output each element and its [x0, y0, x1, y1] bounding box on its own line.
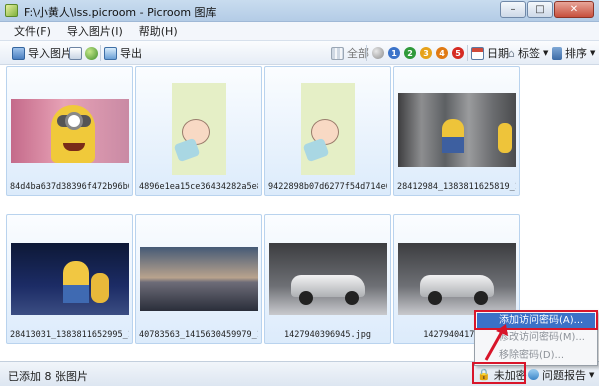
- menu-import[interactable]: 导入图片(I): [59, 23, 131, 39]
- thumbnail-image: [397, 93, 516, 167]
- thumbnail-item[interactable]: 4896e1ea15ce36434282a5e8: [135, 66, 262, 196]
- rating-2-button[interactable]: 2: [404, 47, 416, 59]
- export-button[interactable]: 导出: [104, 45, 142, 61]
- thumbnail-caption: 28412984_1383811625819_1: [397, 182, 516, 192]
- grid-icon: [331, 46, 344, 60]
- thumbnail-item[interactable]: 28412984_1383811625819_1: [393, 66, 520, 196]
- chevron-down-icon: ▼: [542, 49, 549, 57]
- thumbnail-item[interactable]: 9422898b07d6277f54d714e0: [264, 66, 391, 196]
- rating-4-button[interactable]: 4: [436, 47, 448, 59]
- thumbnail-caption: 9422898b07d6277f54d714e0: [268, 182, 387, 192]
- window-controls: – □ ✕: [500, 1, 594, 18]
- thumbnail-caption: 28413031_1383811652995_1: [10, 330, 129, 340]
- export-icon: [104, 46, 117, 60]
- rating-5-button[interactable]: 5: [452, 47, 464, 59]
- thumbnail-caption: 1427940396945.jpg: [284, 330, 371, 340]
- sort-icon: [552, 46, 562, 60]
- annotation-arrow: [484, 324, 508, 361]
- title-bar: F:\小黄人\lss.picroom - Picroom 图库 – □ ✕: [0, 0, 599, 22]
- filter-all-button[interactable]: 全部: [331, 45, 369, 61]
- sort-label: 排序: [565, 47, 587, 60]
- thumbnail-item[interactable]: 40783563_1415630459979_1: [135, 214, 262, 344]
- thumbnail-image: [10, 243, 129, 315]
- import-images-button[interactable]: 导入图片: [12, 45, 72, 61]
- report-icon: [528, 369, 539, 380]
- window-title: F:\小黄人\lss.picroom - Picroom 图库: [24, 6, 217, 19]
- thumbnail-item[interactable]: 28413031_1383811652995_1: [6, 214, 133, 344]
- thumbnail-item[interactable]: 1427940396945.jpg: [264, 214, 391, 344]
- thumbnail-image: [171, 83, 226, 175]
- thumbnail-image: [268, 243, 387, 315]
- toolbar: 导入图片 导出 全部 1 2 3 4 5 日期 ⌂ 标签 ▼ 排序 ▼: [0, 41, 599, 65]
- thumbnail-image: [10, 99, 129, 163]
- thumbnail-image: [397, 243, 516, 315]
- thumbnail-caption: 40783563_1415630459979_1: [139, 330, 258, 340]
- date-button[interactable]: 日期: [471, 45, 509, 61]
- chevron-down-icon: ▼: [590, 49, 596, 57]
- report-issue-button[interactable]: 问题报告 ▼: [528, 365, 594, 384]
- highlight-box: [472, 362, 526, 384]
- tag-button[interactable]: ⌂ 标签 ▼: [508, 45, 548, 61]
- thumbnail-item[interactable]: 84d4ba637d38396f472b96b6: [6, 66, 133, 196]
- import-icon: [12, 46, 25, 60]
- image-count-text: 已添加 8 张图片: [8, 370, 88, 383]
- report-label: 问题报告: [542, 368, 586, 382]
- copy-icon[interactable]: [69, 47, 82, 60]
- rating-none-button[interactable]: [372, 47, 384, 59]
- menu-file[interactable]: 文件(F): [0, 23, 59, 39]
- rating-1-button[interactable]: 1: [388, 47, 400, 59]
- thumbnail-caption: 84d4ba637d38396f472b96b6: [10, 182, 129, 192]
- sort-button[interactable]: 排序 ▼: [552, 45, 595, 61]
- date-label: 日期: [487, 47, 509, 60]
- calendar-icon: [471, 46, 484, 60]
- chevron-down-icon: ▼: [589, 370, 595, 379]
- tag-icon: ⌂: [508, 46, 515, 60]
- minimize-button[interactable]: –: [500, 1, 526, 18]
- tag-label: 标签: [517, 47, 540, 60]
- app-icon: [5, 4, 18, 17]
- thumbnail-image: [300, 83, 355, 175]
- import-label: 导入图片: [28, 47, 72, 60]
- maximize-button[interactable]: □: [527, 1, 553, 18]
- globe-icon[interactable]: [85, 47, 98, 60]
- export-label: 导出: [120, 47, 142, 60]
- thumbnail-image: [139, 247, 258, 311]
- menu-help[interactable]: 帮助(H): [131, 23, 186, 39]
- menu-bar: 文件(F) 导入图片(I) 帮助(H): [0, 22, 599, 41]
- close-button[interactable]: ✕: [554, 1, 594, 18]
- thumbnail-caption: 4896e1ea15ce36434282a5e8: [139, 182, 258, 192]
- rating-3-button[interactable]: 3: [420, 47, 432, 59]
